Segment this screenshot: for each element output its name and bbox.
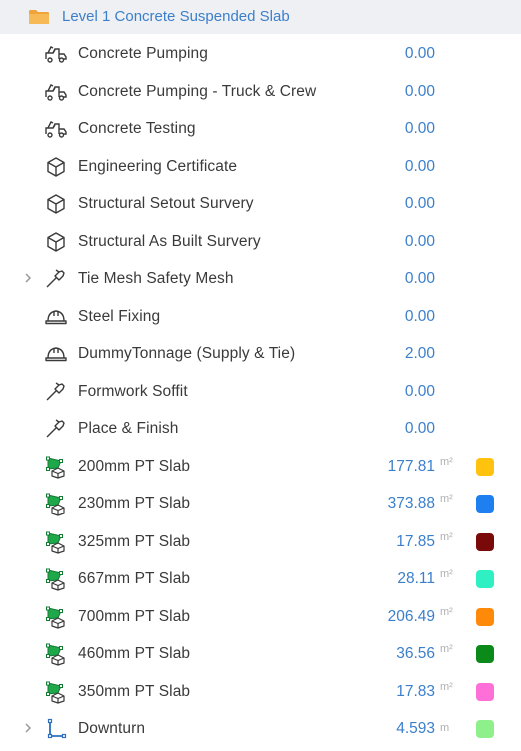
row-quantity: 0.00 xyxy=(404,120,435,137)
row-unit: m² xyxy=(440,680,453,693)
row-quantity: 0.00 xyxy=(404,307,435,325)
takeoff-row[interactable]: Concrete Pumping - Truck & Crew 0.00 xyxy=(0,73,521,111)
row-label: Place & Finish xyxy=(78,420,179,437)
row-quantity: 0.00 xyxy=(404,270,435,287)
row-unit: m² xyxy=(440,643,453,655)
takeoff-row[interactable]: Formwork Soffit 0.00 xyxy=(0,373,521,411)
row-quantity: 0.00 xyxy=(404,420,435,437)
row-quantity: 17.85 xyxy=(396,532,435,550)
group-title: Level 1 Concrete Suspended Slab xyxy=(62,8,290,25)
row-unit: m² xyxy=(440,493,453,505)
area-takeoff-icon xyxy=(44,455,68,479)
takeoff-row[interactable]: 325mm PT Slab 17.85 m² xyxy=(0,523,521,561)
row-quantity: 0.00 xyxy=(404,232,435,250)
row-label: Concrete Testing xyxy=(78,120,196,137)
row-label: 700mm PT Slab xyxy=(78,607,191,625)
chevron-right-icon[interactable] xyxy=(22,271,34,285)
takeoff-row[interactable]: 667mm PT Slab 28.11 m² xyxy=(0,560,521,598)
row-label: Concrete Pumping xyxy=(78,45,208,62)
row-quantity: 28.11 xyxy=(397,570,435,587)
row-quantity: 0.00 xyxy=(404,45,435,62)
row-unit: m² xyxy=(440,530,453,543)
group-header[interactable]: Level 1 Concrete Suspended Slab xyxy=(0,0,521,34)
row-label: 667mm PT Slab xyxy=(78,570,191,587)
row-quantity: 373.88 xyxy=(387,495,435,512)
row-label: Engineering Certificate xyxy=(78,157,238,175)
takeoff-row[interactable]: 460mm PT Slab 36.56 m² xyxy=(0,635,521,673)
color-swatch[interactable] xyxy=(476,457,494,476)
row-label: Concrete Pumping - Truck & Crew xyxy=(78,82,317,100)
hammer-icon xyxy=(44,267,68,291)
truck-icon xyxy=(44,80,68,104)
box-icon xyxy=(44,155,68,179)
row-quantity: 206.49 xyxy=(387,607,435,625)
color-swatch[interactable] xyxy=(476,607,494,626)
color-swatch[interactable] xyxy=(476,495,494,513)
hardhat-icon xyxy=(44,305,68,329)
row-quantity: 36.56 xyxy=(396,645,435,662)
row-label: Structural Setout Survery xyxy=(78,195,254,212)
takeoff-row[interactable]: Concrete Pumping 0.00 xyxy=(0,35,521,73)
row-label: DummyTonnage (Supply & Tie) xyxy=(78,345,296,362)
color-swatch[interactable] xyxy=(476,720,494,738)
linear-takeoff-icon xyxy=(44,717,68,741)
row-quantity: 177.81 xyxy=(387,457,435,475)
area-takeoff-icon xyxy=(44,605,68,629)
takeoff-row[interactable]: Concrete Testing 0.00 xyxy=(0,110,521,148)
hammer-icon xyxy=(44,380,68,404)
takeoff-row[interactable]: Steel Fixing 0.00 xyxy=(0,298,521,336)
takeoff-row[interactable]: Structural Setout Survery 0.00 xyxy=(0,185,521,223)
area-takeoff-icon xyxy=(44,492,68,516)
color-swatch[interactable] xyxy=(476,645,494,663)
takeoff-row[interactable]: Structural As Built Survery 0.00 xyxy=(0,223,521,261)
area-takeoff-icon xyxy=(44,680,68,704)
row-quantity: 17.83 xyxy=(396,682,435,700)
truck-icon xyxy=(44,117,68,141)
hammer-icon xyxy=(44,417,68,441)
color-swatch[interactable] xyxy=(476,570,494,588)
row-label: Downturn xyxy=(78,720,146,737)
box-icon xyxy=(44,192,68,216)
area-takeoff-icon xyxy=(44,642,68,666)
row-quantity: 0.00 xyxy=(404,382,435,400)
row-unit: m² xyxy=(440,568,453,580)
box-icon xyxy=(44,230,68,254)
color-swatch[interactable] xyxy=(476,532,494,551)
row-unit: m² xyxy=(440,455,453,468)
row-label: 325mm PT Slab xyxy=(78,532,191,550)
row-label: 230mm PT Slab xyxy=(78,495,191,512)
row-label: Formwork Soffit xyxy=(78,382,188,400)
takeoff-row[interactable]: Engineering Certificate 0.00 xyxy=(0,148,521,186)
area-takeoff-icon xyxy=(44,530,68,554)
color-swatch[interactable] xyxy=(476,682,494,701)
chevron-right-icon[interactable] xyxy=(22,721,34,735)
hardhat-icon xyxy=(44,342,68,366)
takeoff-row[interactable]: Place & Finish 0.00 xyxy=(0,410,521,448)
row-label: Structural As Built Survery xyxy=(78,232,261,250)
row-quantity: 0.00 xyxy=(404,157,435,175)
takeoff-row[interactable]: 200mm PT Slab 177.81 m² xyxy=(0,448,521,486)
row-quantity: 0.00 xyxy=(404,82,435,100)
takeoff-row[interactable]: Downturn 4.593 m xyxy=(0,710,521,748)
row-quantity: 2.00 xyxy=(404,345,435,362)
row-label: 460mm PT Slab xyxy=(78,645,191,662)
row-quantity: 0.00 xyxy=(404,195,435,212)
takeoff-row[interactable]: 700mm PT Slab 206.49 m² xyxy=(0,598,521,636)
takeoff-row[interactable]: Tie Mesh Safety Mesh 0.00 xyxy=(0,260,521,298)
row-label: 350mm PT Slab xyxy=(78,682,191,700)
takeoff-row[interactable]: 230mm PT Slab 373.88 m² xyxy=(0,485,521,523)
area-takeoff-icon xyxy=(44,567,68,591)
truck-icon xyxy=(44,42,68,66)
takeoff-row[interactable]: DummyTonnage (Supply & Tie) 2.00 xyxy=(0,335,521,373)
row-unit: m xyxy=(440,722,450,734)
row-label: Steel Fixing xyxy=(78,307,161,325)
row-label: 200mm PT Slab xyxy=(78,457,191,475)
takeoff-row[interactable]: 350mm PT Slab 17.83 m² xyxy=(0,673,521,711)
row-unit: m² xyxy=(440,605,453,618)
folder-icon xyxy=(28,9,50,25)
row-label: Tie Mesh Safety Mesh xyxy=(78,270,234,287)
row-quantity: 4.593 xyxy=(396,720,435,737)
